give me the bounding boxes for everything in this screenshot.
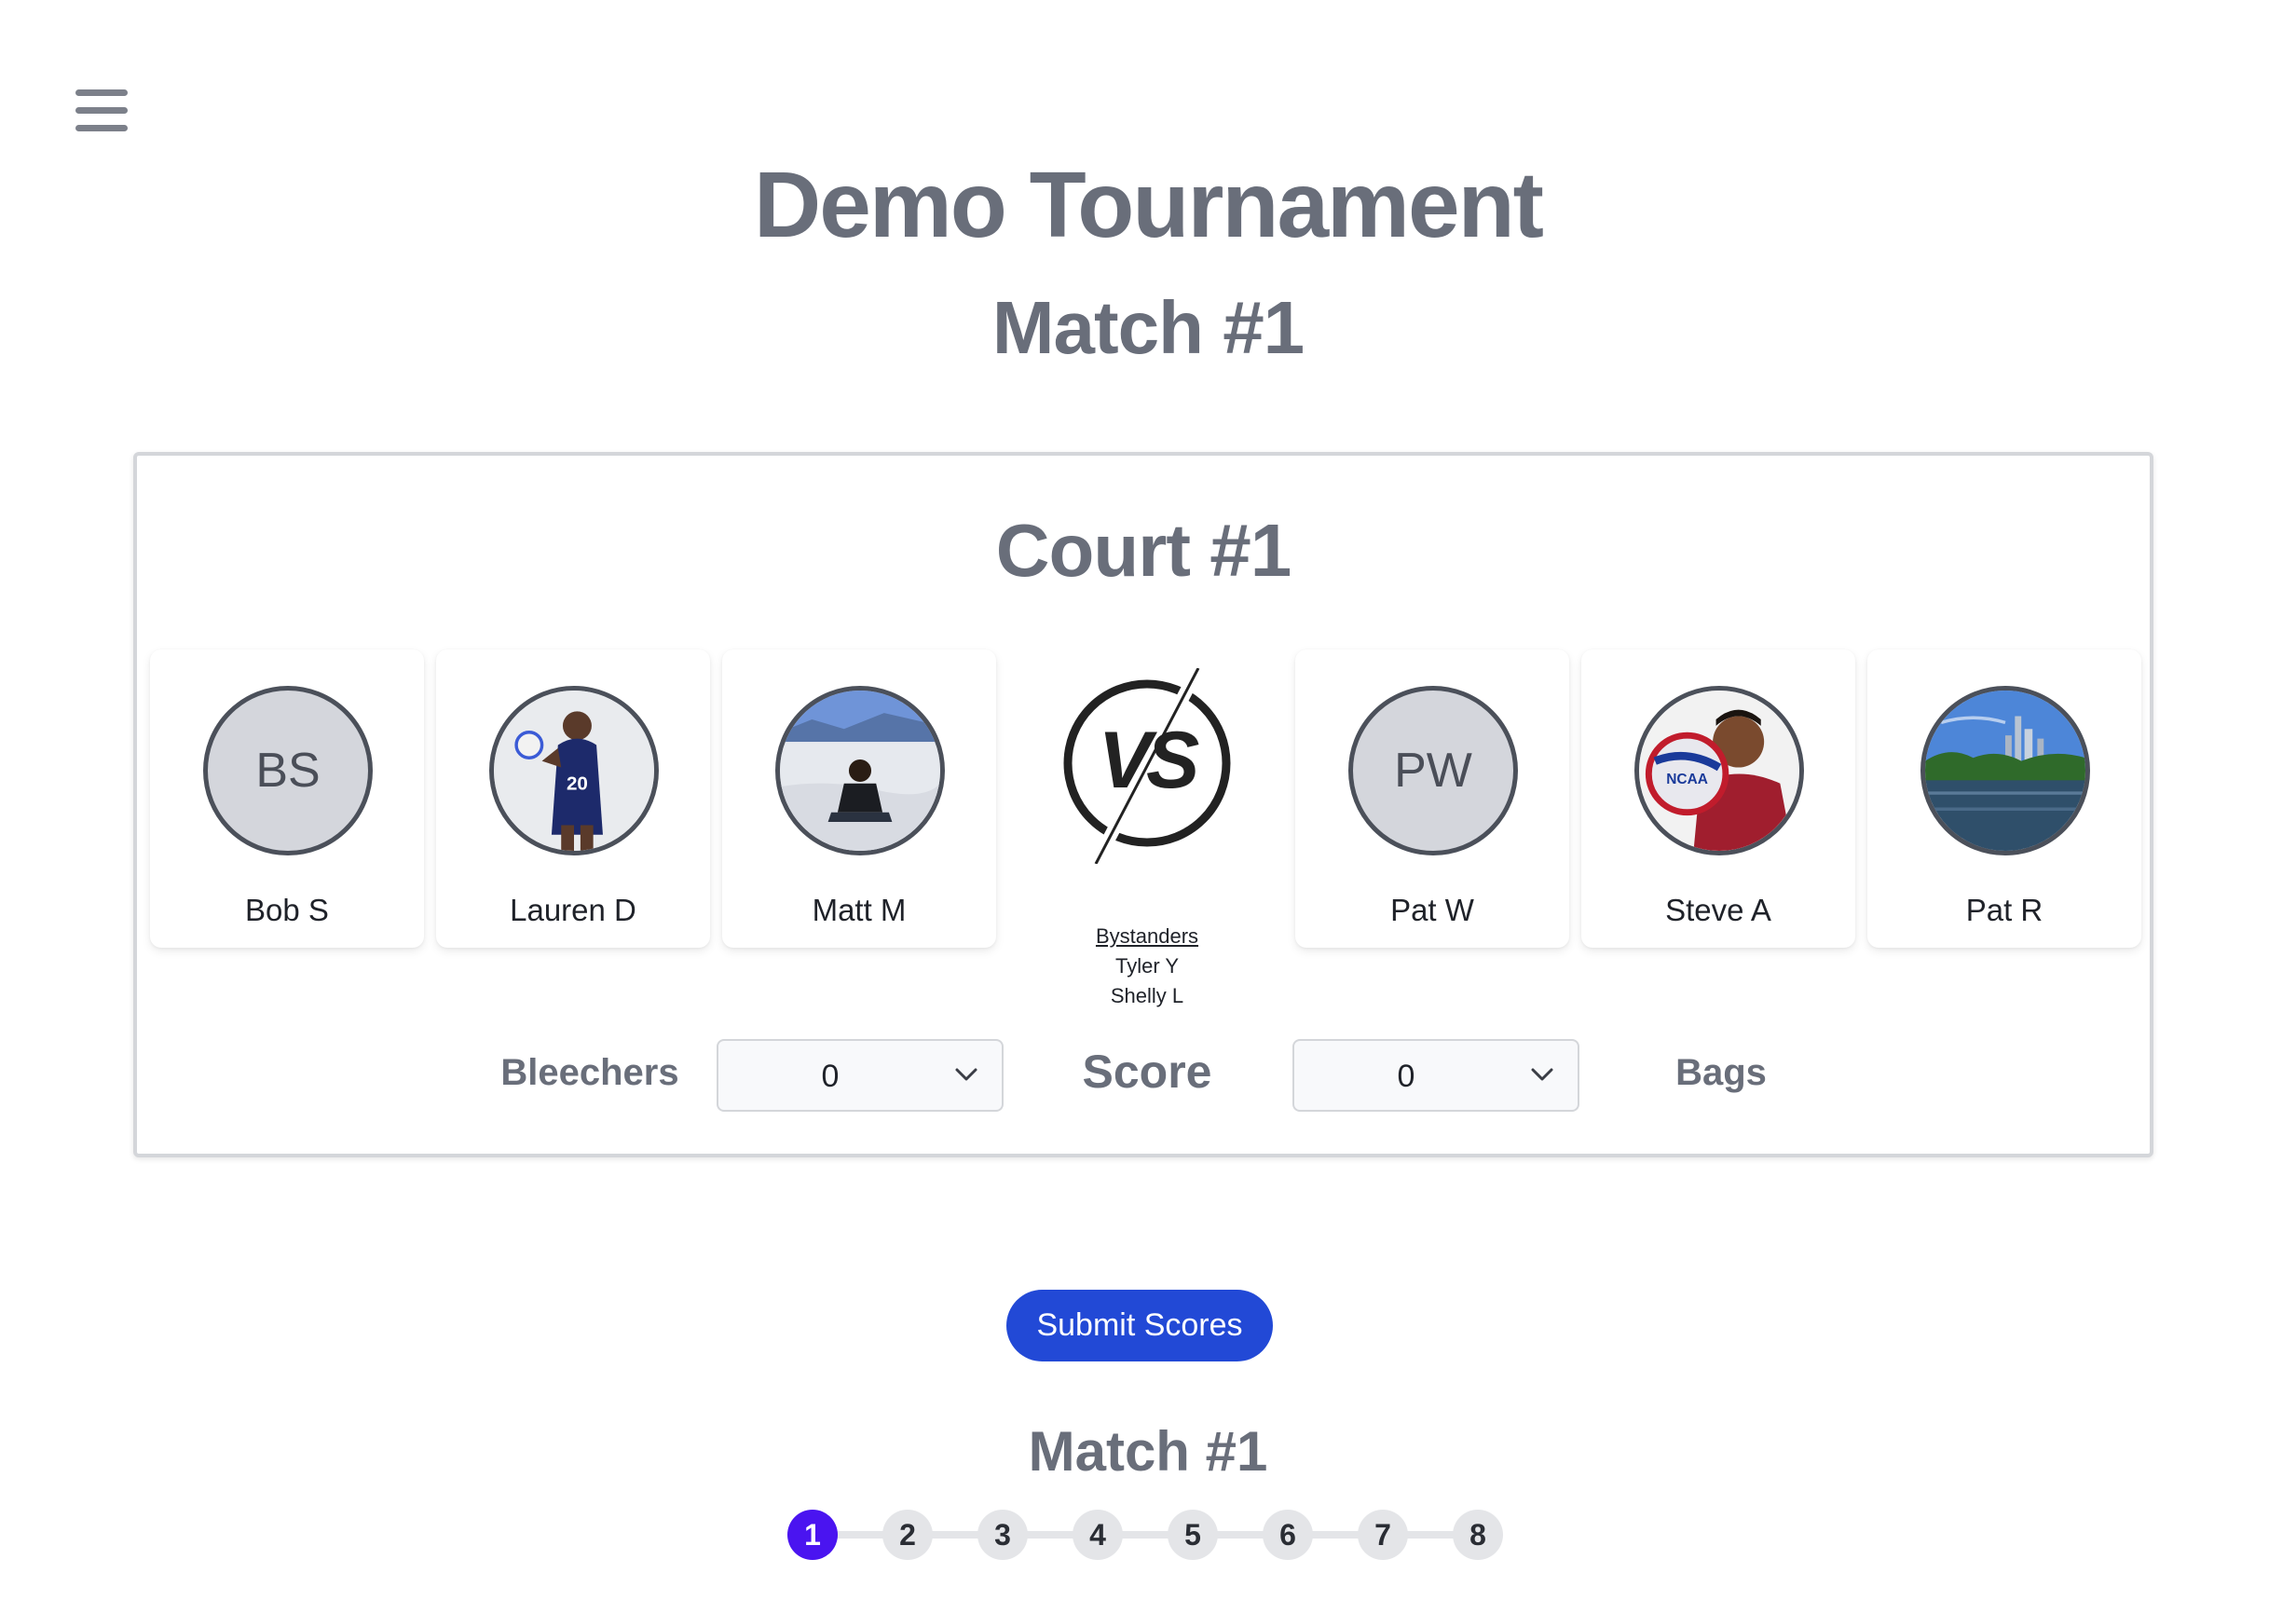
match-title: Match #1 <box>991 286 1305 369</box>
player-photo-icon <box>780 691 940 851</box>
player-name: Steve A <box>1665 893 1771 927</box>
player-name: Pat R <box>1965 893 2043 927</box>
player-name: Pat W <box>1390 893 1474 927</box>
avatar <box>1920 686 2090 855</box>
bystanders-list: Bystanders Tyler Y Shelly L <box>1054 922 1240 1011</box>
player-name: Bob S <box>245 893 329 927</box>
bystander-name: Shelly L <box>1110 984 1184 1007</box>
match-step[interactable]: 2 <box>882 1510 933 1560</box>
menu-line <box>75 107 128 114</box>
match-nav-title: Match #1 <box>1028 1420 1268 1483</box>
avatar-initials: BS <box>255 744 321 798</box>
player-card[interactable]: NCAA Steve A <box>1581 650 1855 948</box>
court-title: Court #1 <box>995 509 1292 592</box>
svg-text:20: 20 <box>567 773 588 795</box>
chevron-down-icon <box>1531 1068 1553 1081</box>
chevron-down-icon <box>955 1068 977 1081</box>
menu-line <box>75 125 128 131</box>
player-card[interactable]: Matt M <box>722 650 996 948</box>
score-right-value: 0 <box>1397 1059 1415 1094</box>
match-step[interactable]: 1 <box>787 1510 838 1560</box>
player-name: Lauren D <box>510 893 636 927</box>
player-card[interactable]: PW Pat W <box>1295 650 1569 948</box>
submit-scores-button[interactable]: Submit Scores <box>1006 1290 1273 1361</box>
player-card[interactable]: Pat R <box>1867 650 2141 948</box>
hamburger-menu-icon[interactable] <box>75 88 128 134</box>
svg-text:NCAA: NCAA <box>1666 772 1708 787</box>
match-step[interactable]: 3 <box>977 1510 1028 1560</box>
match-step[interactable]: 6 <box>1263 1510 1313 1560</box>
match-step[interactable]: 8 <box>1453 1510 1503 1560</box>
score-left-value: 0 <box>821 1059 840 1094</box>
player-photo-icon: 20 <box>494 691 654 851</box>
player-name: Matt M <box>812 893 907 927</box>
avatar: NCAA <box>1634 686 1804 855</box>
match-step[interactable]: 5 <box>1168 1510 1218 1560</box>
score-right-select[interactable]: 0 <box>1292 1039 1579 1112</box>
player-card[interactable]: BS Bob S <box>150 650 424 948</box>
bystanders-heading[interactable]: Bystanders <box>1054 922 1240 951</box>
avatar-initials: PW <box>1394 744 1472 798</box>
tournament-title: Demo Tournament <box>754 153 1544 257</box>
menu-line <box>75 89 128 96</box>
team-right-name: Bags <box>1675 1052 1767 1093</box>
team-left-name: Bleechers <box>500 1052 679 1093</box>
avatar: 20 <box>489 686 659 855</box>
avatar: PW <box>1348 686 1518 855</box>
match-step[interactable]: 7 <box>1358 1510 1408 1560</box>
match-step[interactable]: 4 <box>1073 1510 1123 1560</box>
court-card: Court #1 BS Bob S 20 Lauren D Matt M VS … <box>133 452 2153 1157</box>
bystander-name: Tyler Y <box>1114 954 1180 978</box>
score-left-select[interactable]: 0 <box>717 1039 1004 1112</box>
svg-text:VS: VS <box>1099 716 1199 805</box>
avatar <box>775 686 945 855</box>
avatar: BS <box>203 686 373 855</box>
player-photo-icon <box>1925 691 2085 851</box>
player-card[interactable]: 20 Lauren D <box>436 650 710 948</box>
score-label: Score <box>1082 1046 1212 1098</box>
player-photo-icon: NCAA <box>1639 691 1799 851</box>
match-stepper: 1 2 3 4 5 6 7 8 <box>787 1510 1505 1560</box>
vs-logo-icon: VS <box>1063 668 1231 864</box>
